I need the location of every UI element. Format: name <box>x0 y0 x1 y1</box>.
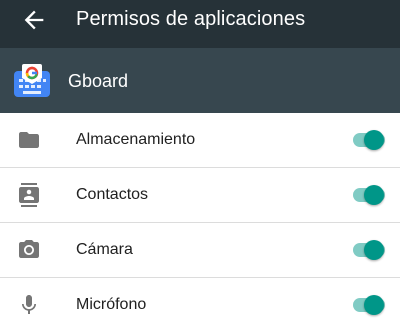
permission-row-contacts[interactable]: Contactos <box>0 168 400 223</box>
permission-row-camera[interactable]: Cámara <box>0 223 400 278</box>
storage-toggle[interactable] <box>351 127 387 153</box>
folder-icon <box>19 132 39 148</box>
microphone-toggle[interactable] <box>351 292 387 318</box>
permission-label: Cámara <box>76 241 133 258</box>
camera-toggle[interactable] <box>351 237 387 263</box>
toggle-thumb <box>364 130 384 150</box>
arrow-back-icon[interactable] <box>20 6 48 34</box>
toggle-thumb <box>364 240 384 260</box>
contacts-icon <box>19 183 39 207</box>
app-header: Gboard <box>0 48 400 113</box>
permission-label: Contactos <box>76 186 149 203</box>
microphone-icon <box>22 295 36 314</box>
toggle-thumb <box>364 185 384 205</box>
permission-row-storage[interactable]: Almacenamiento <box>0 113 400 168</box>
page-title: Permisos de aplicaciones <box>76 8 306 30</box>
camera-icon <box>19 240 39 258</box>
permission-label: Almacenamiento <box>76 131 196 148</box>
gboard-logo <box>14 64 50 97</box>
permissions-list: Almacenamiento Contactos Cámara Micrófon… <box>0 113 400 332</box>
toggle-thumb <box>364 295 384 315</box>
app-name: Gboard <box>68 71 129 91</box>
permission-label: Micrófono <box>76 296 147 313</box>
contacts-toggle[interactable] <box>351 182 387 208</box>
app-bar: Permisos de aplicaciones <box>0 0 400 48</box>
